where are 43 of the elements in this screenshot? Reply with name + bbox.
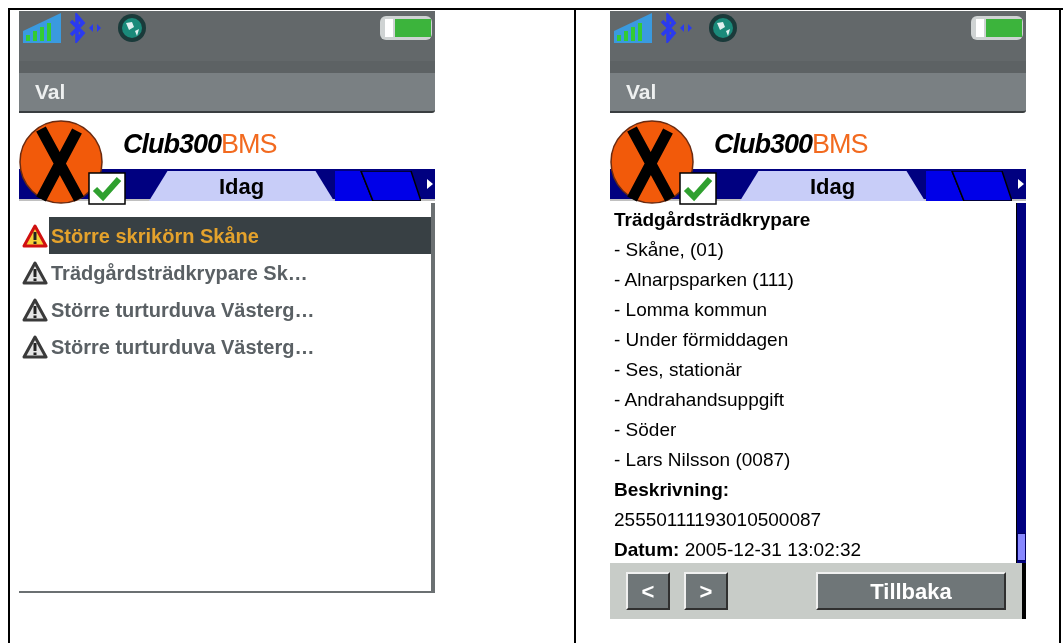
detail-line: - Söder bbox=[614, 418, 678, 442]
list-item[interactable]: Större turturduva Västerg… bbox=[49, 291, 431, 328]
scrollbar[interactable] bbox=[1016, 203, 1026, 563]
signal-icon bbox=[614, 13, 652, 43]
detail-line: - Ses, stationär bbox=[614, 358, 743, 382]
detail-line: - Andrahandsuppgift bbox=[614, 388, 786, 412]
signal-icon bbox=[23, 13, 61, 43]
date-line: Datum: 2005-12-31 13:02:32 bbox=[614, 538, 863, 562]
bluetooth-icon bbox=[67, 13, 103, 43]
warning-icon bbox=[22, 297, 48, 322]
detail-line: - Under förmiddagen bbox=[614, 328, 790, 352]
battery-icon bbox=[970, 15, 1024, 41]
detail-line: - Skåne, (01) bbox=[614, 238, 725, 262]
globe-icon bbox=[117, 13, 147, 43]
bluetooth-icon bbox=[658, 13, 694, 43]
detail-line: - Alnarpsparken (111) bbox=[614, 268, 795, 292]
warning-icon bbox=[22, 334, 48, 359]
battery-icon bbox=[379, 15, 433, 41]
action-button[interactable]: Tillbaka bbox=[816, 572, 1006, 610]
tab[interactable]: Idag bbox=[149, 171, 334, 201]
field-label: Beskrivning: bbox=[614, 478, 731, 502]
action-button[interactable]: > bbox=[684, 572, 728, 610]
warning-icon bbox=[22, 260, 48, 285]
list-item[interactable]: Trädgårdsträdkrypare Sk… bbox=[49, 254, 431, 291]
warning-icon bbox=[22, 223, 48, 248]
detail-line: - Lomma kommun bbox=[614, 298, 769, 322]
menu-label[interactable]: Val bbox=[35, 76, 66, 108]
scroll-right-icon[interactable] bbox=[427, 179, 433, 189]
action-button[interactable]: < bbox=[626, 572, 670, 610]
scrollbar-thumb[interactable] bbox=[1017, 533, 1026, 561]
logo-suffix: BMS bbox=[812, 127, 868, 161]
tab[interactable]: Idag bbox=[740, 171, 925, 201]
detail-title: Trädgårdsträdkrypare bbox=[614, 208, 812, 232]
globe-icon bbox=[708, 13, 738, 43]
field-value: 25550111193010500087 bbox=[614, 508, 823, 532]
logo-text: Club300 bbox=[123, 127, 222, 161]
logo-suffix: BMS bbox=[221, 127, 277, 161]
menu-label[interactable]: Val bbox=[626, 76, 657, 108]
scroll-right-icon[interactable] bbox=[1018, 179, 1024, 189]
logo-text: Club300 bbox=[714, 127, 813, 161]
list-item[interactable]: Större turturduva Västerg… bbox=[49, 328, 431, 365]
detail-line: - Lars Nilsson (0087) bbox=[614, 448, 792, 472]
list-item[interactable]: Större skrikörn Skåne bbox=[49, 217, 431, 254]
